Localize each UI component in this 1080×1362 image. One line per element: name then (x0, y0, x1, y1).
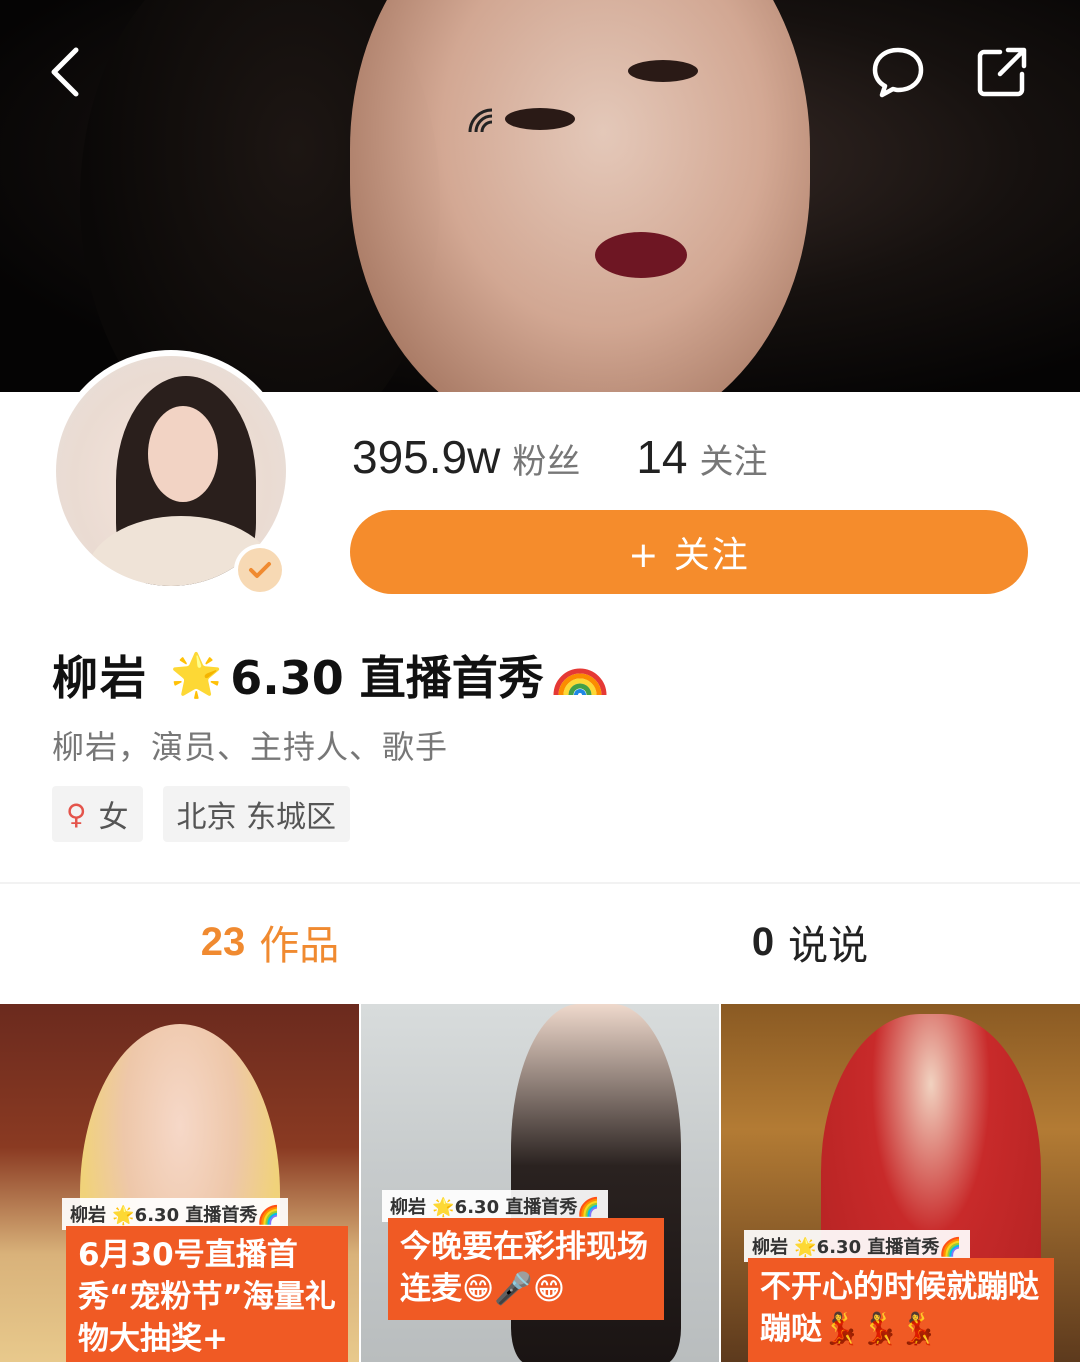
cover-eye-right (628, 60, 698, 82)
tab-posts[interactable]: 0 说说 (540, 900, 1080, 984)
verified-check-icon (238, 548, 282, 592)
following-label: 关注 (699, 442, 768, 482)
star-icon: 🌟 (170, 650, 223, 699)
profile-tags: ♀ 女 北京 东城区 (52, 786, 351, 842)
cover-lips (595, 232, 687, 278)
video-caption: 不开心的时候就蹦哒蹦哒💃💃💃 (748, 1258, 1054, 1362)
tab-works[interactable]: 23 作品 (0, 900, 540, 984)
tab-posts-label: 说说 (788, 923, 869, 969)
location-tag: 北京 东城区 (162, 786, 351, 842)
profile-tagline: 6.30 直播首秀 (230, 651, 544, 705)
live-signal-icon (468, 108, 493, 133)
cover-eye-left (505, 108, 575, 130)
profile-stats: 395.9w 粉丝 14 关注 (352, 430, 768, 484)
followers-stat[interactable]: 395.9w 粉丝 (352, 430, 580, 484)
tab-posts-count: 0 (751, 919, 775, 964)
section-divider (0, 882, 1080, 884)
cover-face (350, 0, 810, 392)
tab-works-count: 23 (200, 919, 246, 964)
followers-label: 粉丝 (512, 442, 581, 482)
profile-tabs: 23 作品 0 说说 (0, 900, 1080, 984)
tab-works-label: 作品 (259, 923, 340, 969)
share-button[interactable] (970, 40, 1034, 104)
profile-bio: 柳岩，演员、主持人、歌手 (52, 728, 449, 766)
follow-button[interactable]: + 关注 (350, 510, 1028, 594)
share-icon (977, 47, 1027, 97)
profile-name: 柳岩 (52, 651, 148, 705)
following-count: 14 (636, 431, 688, 483)
gender-tag: ♀ 女 (52, 786, 143, 842)
video-caption: 6月30号直播首秀“宠粉节”海量礼物大抽奖+ (66, 1226, 348, 1362)
gender-label: 女 (98, 800, 129, 835)
rainbow-icon (553, 668, 607, 696)
female-icon: ♀ (66, 797, 87, 831)
following-stat[interactable]: 14 关注 (636, 430, 767, 484)
followers-count: 395.9w (352, 431, 501, 483)
profile-name-row: 柳岩 🌟 6.30 直播首秀 (52, 642, 608, 708)
location-label: 北京 东城区 (176, 800, 337, 835)
comment-button[interactable] (866, 40, 930, 104)
avatar-face (148, 406, 218, 502)
comment-bubble-icon (872, 47, 924, 98)
back-button[interactable] (34, 40, 98, 104)
verified-badge (234, 544, 286, 596)
video-caption: 今晚要在彩排现场连麦😁🎤😁 (388, 1218, 664, 1320)
chevron-left-icon (51, 47, 79, 97)
